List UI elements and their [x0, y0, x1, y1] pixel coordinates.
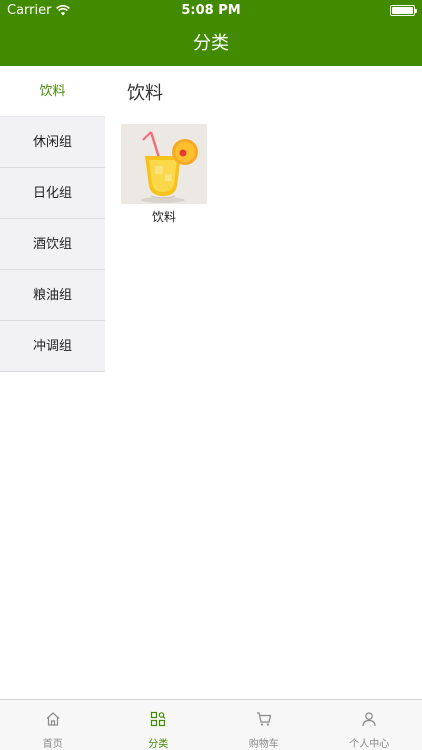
- app-header: Carrier 5:08 PM 分类: [0, 0, 422, 66]
- sidebar-item-grain-oil[interactable]: 粮油组: [0, 270, 105, 321]
- category-sidebar: 饮料 休闲组 日化组 酒饮组 粮油组 冲调组: [0, 66, 105, 372]
- user-icon: [362, 712, 376, 727]
- tab-cart[interactable]: 购物车: [211, 700, 317, 750]
- product-name: 饮料: [151, 210, 176, 224]
- status-time: 5:08 PM: [181, 3, 241, 18]
- sidebar-item-beverage-mix[interactable]: 冲调组: [0, 321, 105, 372]
- cart-icon: [256, 712, 272, 726]
- juice-glass-icon: [121, 124, 207, 204]
- sidebar-item-snacks[interactable]: 休闲组: [0, 117, 105, 168]
- product-image: [121, 124, 207, 204]
- sidebar-item-liquor[interactable]: 酒饮组: [0, 219, 105, 270]
- tab-profile-label: 个人中心: [349, 739, 390, 750]
- home-icon: [46, 712, 60, 726]
- category-icon: [151, 711, 166, 727]
- tab-category[interactable]: 分类: [106, 700, 212, 750]
- tab-profile[interactable]: 个人中心: [317, 700, 422, 750]
- sidebar-item-daily-chemicals[interactable]: 日化组: [0, 168, 105, 219]
- tab-bar: 首页 分类 购物车 个人中心: [0, 699, 422, 750]
- sidebar-item-drinks[interactable]: 饮料: [0, 66, 105, 117]
- battery-icon: [390, 5, 417, 16]
- status-bar: Carrier 5:08 PM: [0, 0, 422, 22]
- tab-cart-label: 购物车: [248, 739, 279, 750]
- tab-home-label: 首页: [42, 739, 63, 750]
- tab-home[interactable]: 首页: [0, 700, 106, 750]
- section-title: 饮料: [127, 83, 163, 104]
- tab-category-label: 分类: [148, 739, 169, 750]
- page-title: 分类: [193, 33, 229, 54]
- product-card[interactable]: 饮料: [121, 124, 207, 225]
